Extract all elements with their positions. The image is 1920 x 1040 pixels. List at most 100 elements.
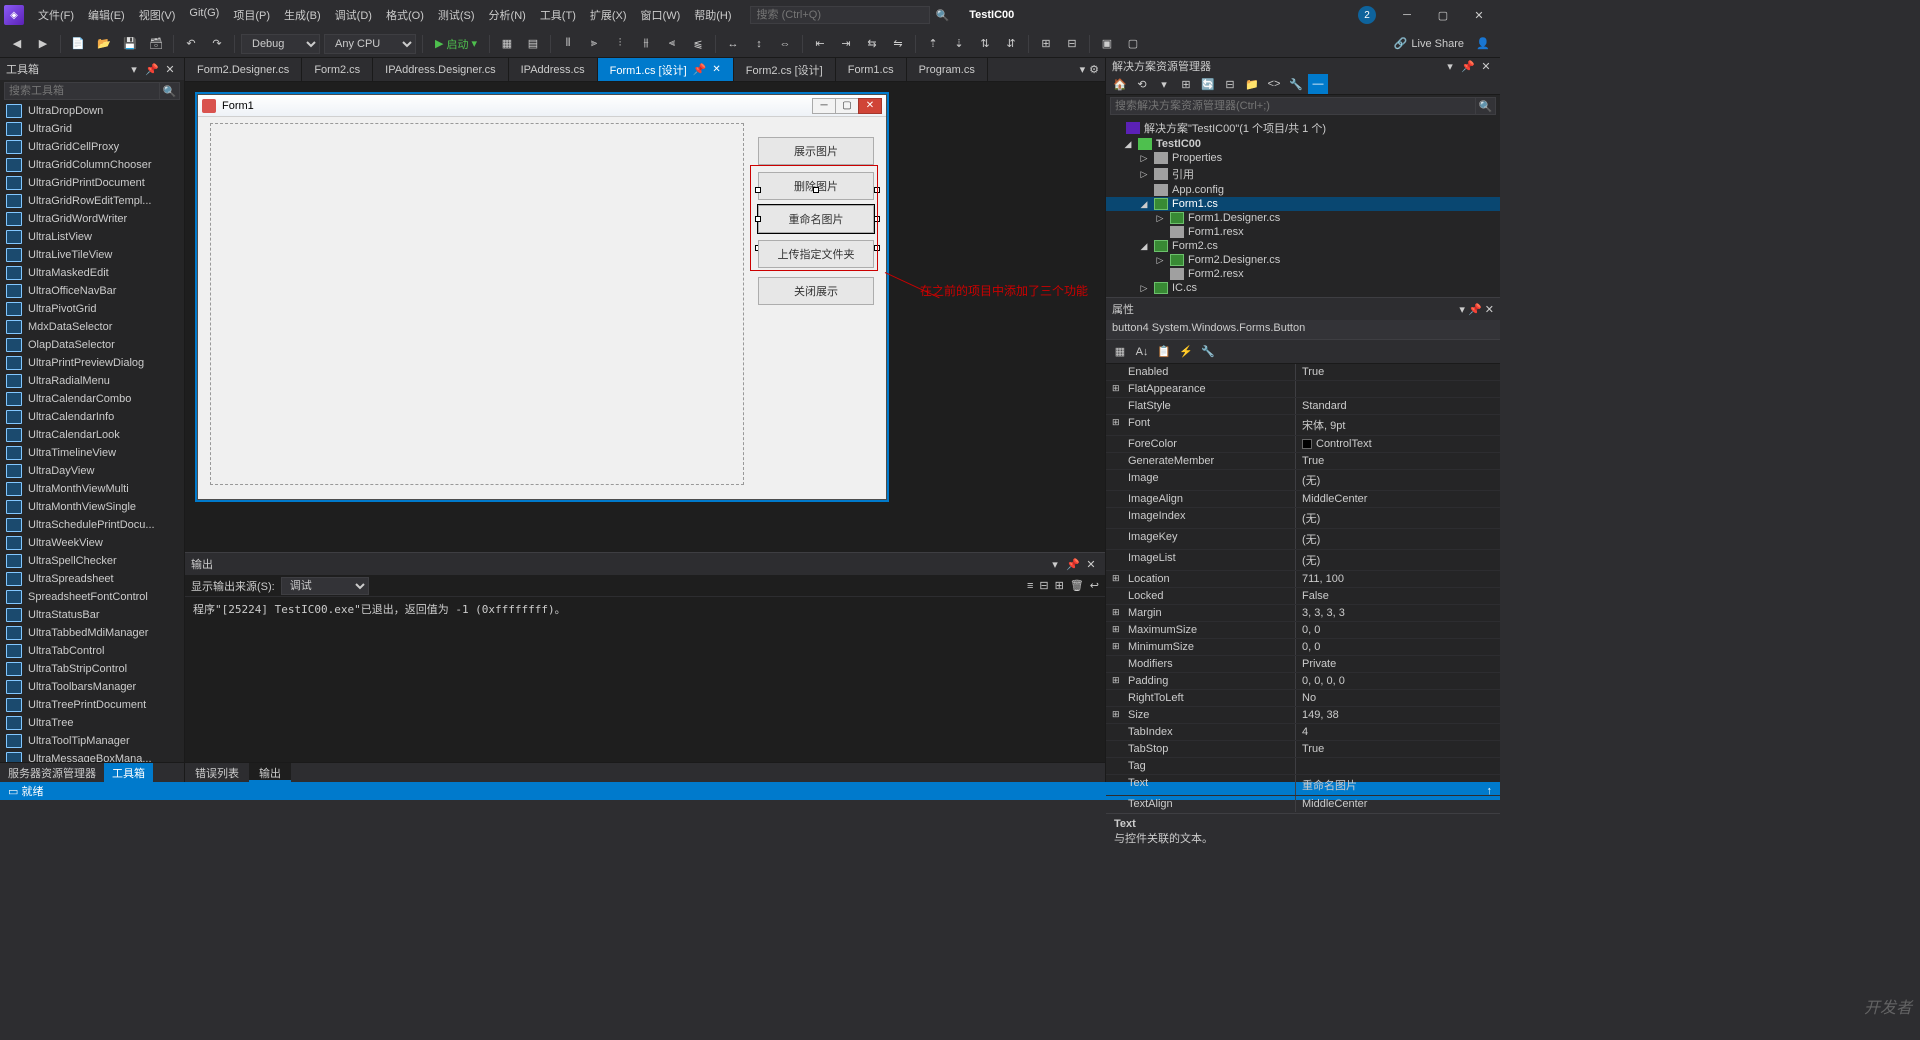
prop-pages-icon[interactable]: 🔧 bbox=[1198, 342, 1218, 362]
property-row[interactable]: MaximumSize0, 0 bbox=[1106, 622, 1500, 639]
pin-icon[interactable]: 📌 bbox=[693, 63, 707, 76]
menu-item[interactable]: 文件(F) bbox=[32, 3, 80, 27]
sol-tb-2[interactable]: ▾ bbox=[1154, 74, 1174, 94]
start-button[interactable]: ▶ 启动 ▾ bbox=[429, 36, 483, 52]
toolbox-item[interactable]: UltraToolTipManager bbox=[0, 732, 184, 750]
toolbox-item[interactable]: UltraSpreadsheet bbox=[0, 570, 184, 588]
align-mid-icon[interactable]: ⫷ bbox=[661, 33, 683, 55]
menu-item[interactable]: 视图(V) bbox=[133, 3, 182, 27]
toolbox-item[interactable]: UltraWeekView bbox=[0, 534, 184, 552]
toolbox-item[interactable]: UltraGrid bbox=[0, 120, 184, 138]
status-right-icon[interactable]: ↑ bbox=[1487, 785, 1493, 797]
search-icon[interactable]: 🔍 bbox=[936, 9, 950, 22]
toolbox-item[interactable]: UltraTabControl bbox=[0, 642, 184, 660]
undo-icon[interactable]: ↶ bbox=[180, 33, 202, 55]
output-source-select[interactable]: 调试 bbox=[281, 577, 369, 595]
tb-icon-1[interactable]: ▦ bbox=[496, 33, 518, 55]
toolbox-item[interactable]: UltraPivotGrid bbox=[0, 300, 184, 318]
toolbox-item[interactable]: UltraLiveTileView bbox=[0, 246, 184, 264]
toolbox-item[interactable]: UltraTreePrintDocument bbox=[0, 696, 184, 714]
button-rename-image[interactable]: 重命名图片 bbox=[758, 205, 874, 233]
close-button[interactable]: ✕ bbox=[1462, 3, 1496, 27]
menu-item[interactable]: 编辑(E) bbox=[82, 3, 131, 27]
property-row[interactable]: ImageKey(无) bbox=[1106, 529, 1500, 550]
menu-item[interactable]: 工具(T) bbox=[534, 3, 582, 27]
cat-icon[interactable]: ▦ bbox=[1110, 342, 1130, 362]
toolbox-item[interactable]: UltraMonthViewSingle bbox=[0, 498, 184, 516]
sz-icon-2[interactable]: ↕ bbox=[748, 33, 770, 55]
sol-tb-8[interactable]: 🔧 bbox=[1286, 74, 1306, 94]
toolbox-item[interactable]: UltraGridCellProxy bbox=[0, 138, 184, 156]
align-top-icon[interactable]: ⫵ bbox=[635, 33, 657, 55]
property-row[interactable]: TabStopTrue bbox=[1106, 741, 1500, 758]
menu-item[interactable]: 分析(N) bbox=[483, 3, 532, 27]
toolbox-item[interactable]: MdxDataSelector bbox=[0, 318, 184, 336]
menu-item[interactable]: 格式(O) bbox=[380, 3, 430, 27]
hsp-icon-1[interactable]: ⇤ bbox=[809, 33, 831, 55]
hsp-icon-3[interactable]: ⇆ bbox=[861, 33, 883, 55]
toolbox-item[interactable]: UltraSchedulePrintDocu... bbox=[0, 516, 184, 534]
sol-tb-1[interactable]: ⟲ bbox=[1132, 74, 1152, 94]
toolbox-item[interactable]: UltraGridRowEditTempl... bbox=[0, 192, 184, 210]
config-select[interactable]: Debug bbox=[241, 34, 320, 54]
sol-tb-4[interactable]: 🔄 bbox=[1198, 74, 1218, 94]
dropdown-icon[interactable]: ▾ bbox=[1459, 304, 1465, 316]
menu-item[interactable]: 测试(S) bbox=[432, 3, 481, 27]
property-row[interactable]: ImageAlignMiddleCenter bbox=[1106, 491, 1500, 508]
search-icon[interactable]: 🔍 bbox=[160, 82, 180, 100]
toolbox-item[interactable]: UltraTabStripControl bbox=[0, 660, 184, 678]
toolbox-item[interactable]: UltraOfficeNavBar bbox=[0, 282, 184, 300]
out-btn-1[interactable]: ≡ bbox=[1027, 580, 1033, 592]
menu-item[interactable]: Git(G) bbox=[183, 3, 225, 27]
tab-settings-icon[interactable]: ⚙ bbox=[1089, 63, 1099, 76]
solution-tree[interactable]: 解决方案"TestIC00"(1 个项目/共 1 个) ◢TestIC00 ▷P… bbox=[1106, 117, 1500, 297]
properties-grid[interactable]: EnabledTrueFlatAppearanceFlatStyleStanda… bbox=[1106, 364, 1500, 813]
vsp-icon-4[interactable]: ⇵ bbox=[1000, 33, 1022, 55]
tab-server-explorer[interactable]: 服务器资源管理器 bbox=[0, 763, 104, 782]
toolbox-item[interactable]: UltraStatusBar bbox=[0, 606, 184, 624]
toolbox-item[interactable]: UltraDayView bbox=[0, 462, 184, 480]
toolbox-item[interactable]: UltraMaskedEdit bbox=[0, 264, 184, 282]
ctr-h-icon[interactable]: ⊞ bbox=[1035, 33, 1057, 55]
out-btn-2[interactable]: ⊟ bbox=[1039, 579, 1048, 592]
sol-tb-6[interactable]: 📁 bbox=[1242, 74, 1262, 94]
sol-tb-3[interactable]: ⊞ bbox=[1176, 74, 1196, 94]
tab-output[interactable]: 输出 bbox=[249, 763, 291, 782]
property-row[interactable]: Location711, 100 bbox=[1106, 571, 1500, 588]
solution-search-input[interactable] bbox=[1110, 97, 1476, 115]
form-designer[interactable]: Form1 ─ ▢ ✕ 展示图片 删除图片 重命名图片 bbox=[185, 82, 1105, 552]
property-row[interactable]: Font宋体, 9pt bbox=[1106, 415, 1500, 436]
menu-item[interactable]: 生成(B) bbox=[278, 3, 327, 27]
nav-fwd-icon[interactable]: ▶ bbox=[32, 33, 54, 55]
toolbox-item[interactable]: UltraGridPrintDocument bbox=[0, 174, 184, 192]
open-icon[interactable]: 📂 bbox=[93, 33, 115, 55]
property-row[interactable]: EnabledTrue bbox=[1106, 364, 1500, 381]
dropdown-icon[interactable]: ▾ bbox=[1442, 58, 1458, 74]
property-row[interactable]: ForeColorControlText bbox=[1106, 436, 1500, 453]
close-panel-icon[interactable]: ✕ bbox=[162, 61, 178, 77]
document-tab[interactable]: Program.cs bbox=[907, 58, 988, 81]
toolbox-item[interactable]: SpreadsheetFontControl bbox=[0, 588, 184, 606]
toolbox-list[interactable]: UltraDropDownUltraGridUltraGridCellProxy… bbox=[0, 102, 184, 762]
home-icon[interactable]: 🏠 bbox=[1110, 74, 1130, 94]
redo-icon[interactable]: ↷ bbox=[206, 33, 228, 55]
wrap-icon[interactable]: ↩ bbox=[1090, 579, 1099, 592]
property-row[interactable]: Text重命名图片 bbox=[1106, 775, 1500, 796]
toolbox-item[interactable]: UltraMonthViewMulti bbox=[0, 480, 184, 498]
tab-dropdown-icon[interactable]: ▾ bbox=[1080, 63, 1086, 76]
property-row[interactable]: FlatAppearance bbox=[1106, 381, 1500, 398]
document-tab[interactable]: Form1.cs bbox=[836, 58, 907, 81]
search-icon[interactable]: 🔍 bbox=[1476, 97, 1496, 115]
property-row[interactable]: TextAlignMiddleCenter bbox=[1106, 796, 1500, 813]
document-tab[interactable]: Form2.cs bbox=[302, 58, 373, 81]
sol-tb-5[interactable]: ⊟ bbox=[1220, 74, 1240, 94]
sol-tb-9[interactable]: — bbox=[1308, 74, 1328, 94]
pin-icon[interactable]: 📌 bbox=[1468, 304, 1482, 316]
tab-toolbox[interactable]: 工具箱 bbox=[104, 763, 153, 782]
property-row[interactable]: Padding0, 0, 0, 0 bbox=[1106, 673, 1500, 690]
sol-tb-7[interactable]: <> bbox=[1264, 74, 1284, 94]
form-window[interactable]: Form1 ─ ▢ ✕ 展示图片 删除图片 重命名图片 bbox=[197, 94, 887, 500]
toolbox-item[interactable]: UltraListView bbox=[0, 228, 184, 246]
send-back-icon[interactable]: ▢ bbox=[1122, 33, 1144, 55]
menu-item[interactable]: 项目(P) bbox=[227, 3, 276, 27]
